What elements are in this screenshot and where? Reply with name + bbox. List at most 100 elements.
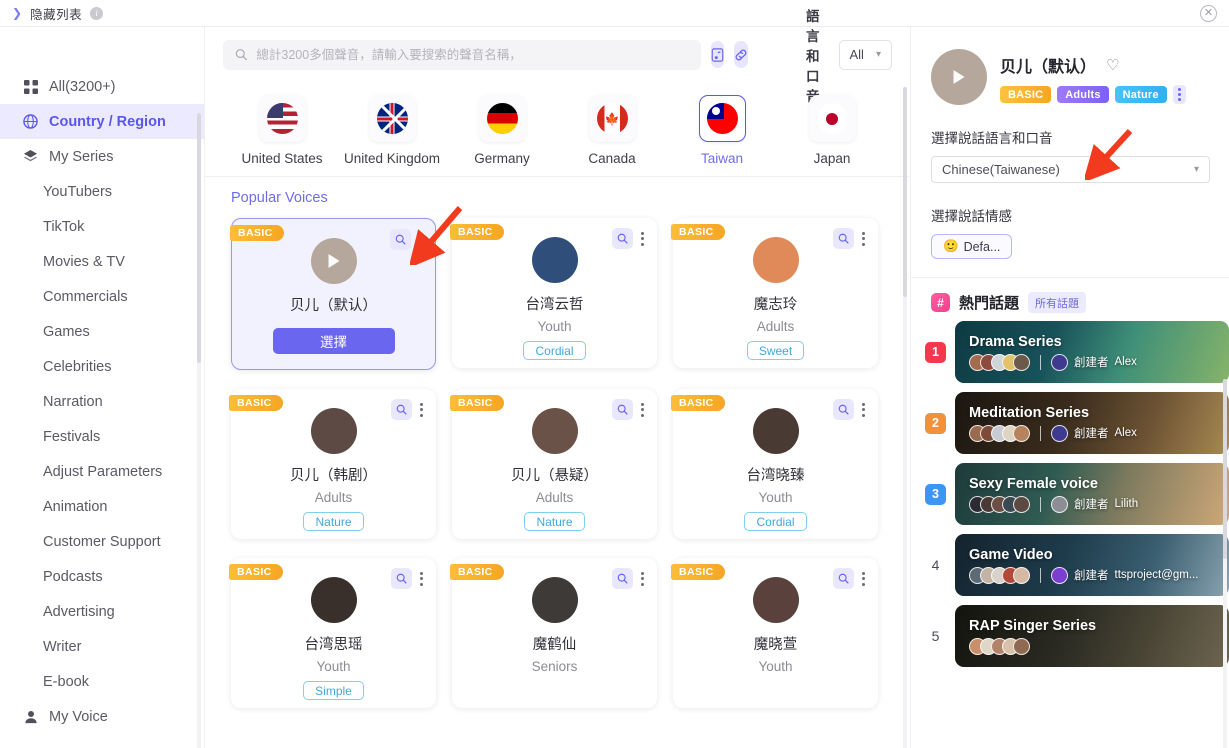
search-input[interactable] (256, 47, 689, 62)
voice-card[interactable]: BASIC 贝儿（悬疑） Adults Nature (450, 389, 657, 539)
divider (1040, 567, 1041, 583)
avatar-stack (969, 424, 1030, 442)
preview-icon[interactable] (833, 228, 854, 249)
country-taiwan[interactable]: Taiwan (667, 95, 777, 166)
more-vertical-icon[interactable] (637, 570, 648, 588)
emotion-chip[interactable]: 🙂 Defa... (931, 234, 1013, 259)
select-button[interactable]: 選擇 (272, 328, 395, 354)
ca-flag-icon: 🍁 (596, 103, 628, 134)
language-select[interactable]: Chinese(Taiwanese) ▾ (931, 156, 1210, 183)
sidebar-item-animation[interactable]: Animation (0, 489, 204, 524)
sidebar-item-ebook[interactable]: E-book (0, 664, 204, 699)
sidebar-item-tiktok[interactable]: TikTok (0, 209, 204, 244)
avatar[interactable] (752, 408, 799, 454)
preview-icon[interactable] (612, 399, 633, 420)
sidebar-item-festivals[interactable]: Festivals (0, 419, 204, 454)
topic-card[interactable]: Game Video 創建者 ttsproject@gm... (955, 534, 1229, 596)
topic-card[interactable]: Meditation Series 創建者 Alex (955, 392, 1229, 454)
chevron-right-icon[interactable]: ❯ (12, 7, 22, 19)
link-button[interactable] (734, 41, 748, 68)
country-label: Taiwan (700, 151, 744, 166)
avatar[interactable] (310, 408, 357, 454)
hide-list-label[interactable]: 隐藏列表 (30, 4, 82, 23)
voice-card[interactable]: BASIC 魔鹤仙 Seniors (450, 558, 657, 708)
sidebar-item-celebrities[interactable]: Celebrities (0, 349, 204, 384)
preview-icon[interactable] (390, 229, 411, 250)
avatar[interactable] (531, 408, 578, 454)
sidebar-item-all[interactable]: All(3200+) (0, 69, 204, 104)
avatar[interactable] (531, 237, 578, 283)
voice-card[interactable]: BASIC 台湾晓臻 Youth Cordial (671, 389, 878, 539)
sidebar-item-customer-support[interactable]: Customer Support (0, 524, 204, 559)
voice-tag: Simple (303, 681, 364, 700)
preview-icon[interactable] (612, 568, 633, 589)
sidebar-item-podcasts[interactable]: Podcasts (0, 559, 204, 594)
more-vertical-icon[interactable] (637, 401, 648, 419)
all-topics-button[interactable]: 所有話題 (1028, 292, 1087, 313)
sidebar-item-advertising[interactable]: Advertising (0, 594, 204, 629)
sidebar-item-commercials[interactable]: Commercials (0, 279, 204, 314)
voice-card[interactable]: BASIC 台湾云哲 Youth Cordial (450, 218, 657, 368)
audio-file-button[interactable] (711, 41, 724, 68)
country-germany[interactable]: Germany (447, 95, 557, 166)
sidebar-item-my-series[interactable]: My Series (0, 139, 204, 174)
plan-badge: BASIC (450, 395, 504, 411)
sidebar-item-my-voice[interactable]: My Voice (0, 699, 204, 734)
voice-detail-panel: 贝儿（默认） ♡ BASIC Adults Nature 選擇說話語言和口音 C… (910, 27, 1229, 748)
more-vertical-icon[interactable] (858, 230, 869, 248)
sidebar-scrollbar[interactable] (197, 113, 201, 748)
preview-icon[interactable] (833, 568, 854, 589)
avatar[interactable] (310, 577, 357, 623)
country-japan[interactable]: Japan (777, 95, 887, 166)
topic-card[interactable]: Drama Series 創建者 Alex (955, 321, 1229, 383)
sidebar-item-label: My Series (49, 148, 114, 165)
card-tools (612, 399, 648, 420)
topic-card[interactable]: Sexy Female voice 創建者 Lilith (955, 463, 1229, 525)
sidebar-item-country-region[interactable]: Country / Region (0, 104, 204, 139)
avatar[interactable] (752, 577, 799, 623)
rank-badge: 3 (925, 483, 946, 505)
sidebar-item-writer[interactable]: Writer (0, 629, 204, 664)
topic-name: RAP Singer Series (969, 617, 1097, 634)
topic-name: Sexy Female voice (969, 475, 1098, 492)
more-vertical-icon[interactable] (415, 231, 426, 249)
avatar[interactable] (310, 238, 357, 284)
voice-card[interactable]: BASIC 贝儿（默认） 選擇 (230, 218, 436, 370)
country-canada[interactable]: 🍁 Canada (557, 95, 667, 166)
info-icon[interactable]: i (90, 6, 104, 20)
more-vertical-icon[interactable] (416, 401, 427, 419)
heart-icon[interactable]: ♡ (1106, 56, 1119, 74)
more-vertical-icon[interactable] (637, 230, 648, 248)
sidebar-item-narration[interactable]: Narration (0, 384, 204, 419)
search-box[interactable] (223, 39, 701, 70)
preview-icon[interactable] (612, 228, 633, 249)
preview-icon[interactable] (833, 399, 854, 420)
sidebar-item-games[interactable]: Games (0, 314, 204, 349)
sidebar-item-adjust-parameters[interactable]: Adjust Parameters (0, 454, 204, 489)
more-vertical-icon[interactable] (858, 570, 869, 588)
avatar[interactable] (531, 577, 578, 623)
topic-meta: 創建者 Lilith (969, 495, 1229, 513)
flag-box (478, 95, 526, 142)
avatar[interactable] (931, 49, 987, 105)
country-united-kingdom[interactable]: United Kingdom (337, 95, 447, 166)
preview-icon[interactable] (391, 568, 412, 589)
topic-card[interactable]: RAP Singer Series (955, 605, 1229, 667)
voice-card[interactable]: BASIC 贝儿（韩剧） Adults Nature (229, 389, 436, 539)
country-united-states[interactable]: United States (227, 95, 337, 166)
language-filter-select[interactable]: All ▾ (838, 39, 892, 70)
more-vertical-icon[interactable] (416, 570, 427, 588)
plan-badge: BASIC (450, 564, 504, 580)
preview-icon[interactable] (391, 399, 412, 420)
close-icon[interactable]: ✕ (1200, 5, 1217, 22)
sidebar-item-movies-tv[interactable]: Movies & TV (0, 244, 204, 279)
voice-card[interactable]: BASIC 魔晓萱 Youth (671, 558, 878, 708)
voice-card[interactable]: BASIC 魔志玲 Adults Sweet (671, 218, 878, 368)
voice-card[interactable]: BASIC 台湾思瑶 Youth Simple (229, 558, 436, 708)
avatar[interactable] (752, 237, 799, 283)
link-icon (735, 49, 747, 60)
main-scrollbar[interactable] (903, 87, 907, 748)
more-vertical-icon[interactable] (1172, 85, 1186, 104)
more-vertical-icon[interactable] (858, 401, 869, 419)
sidebar-item-youtubers[interactable]: YouTubers (0, 174, 204, 209)
